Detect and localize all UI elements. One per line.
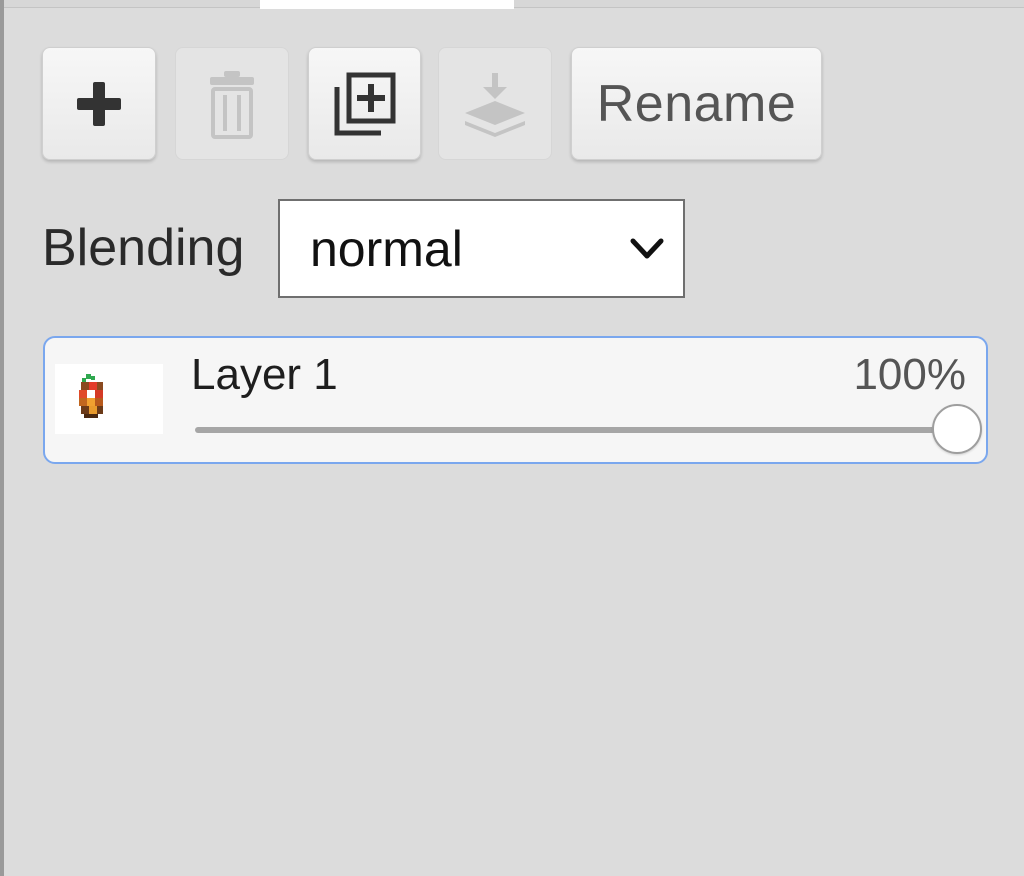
top-tab-strip xyxy=(4,0,1024,8)
layer-thumbnail xyxy=(55,364,163,434)
trash-icon xyxy=(210,70,254,139)
layer-item[interactable]: Layer 1 100% xyxy=(43,336,988,464)
layer-thumbnail-image xyxy=(79,374,103,418)
opacity-slider-track[interactable] xyxy=(195,427,955,433)
rename-button-label: Rename xyxy=(596,74,797,133)
duplicate-layer-button[interactable] xyxy=(308,47,421,160)
panel-left-border xyxy=(0,0,4,876)
duplicate-layer-icon xyxy=(334,72,395,135)
blending-label: Blending xyxy=(42,219,245,277)
plus-icon xyxy=(77,81,121,126)
merge-down-icon xyxy=(465,72,525,137)
layer-name: Layer 1 xyxy=(191,350,338,399)
opacity-slider-handle[interactable] xyxy=(932,404,982,454)
delete-layer-button[interactable] xyxy=(175,47,289,160)
rename-layer-button[interactable]: Rename xyxy=(571,47,822,160)
layer-opacity-value: 100% xyxy=(853,350,966,399)
merge-down-button[interactable] xyxy=(438,47,552,160)
chevron-down-icon xyxy=(630,238,664,259)
blending-mode-value: normal xyxy=(310,221,463,277)
layers-panel: Rename Blending normal Layer 1 100% xyxy=(0,0,1024,876)
blending-mode-select[interactable]: normal xyxy=(278,199,685,298)
add-layer-button[interactable] xyxy=(42,47,156,160)
active-tab-indicator[interactable] xyxy=(260,0,514,9)
